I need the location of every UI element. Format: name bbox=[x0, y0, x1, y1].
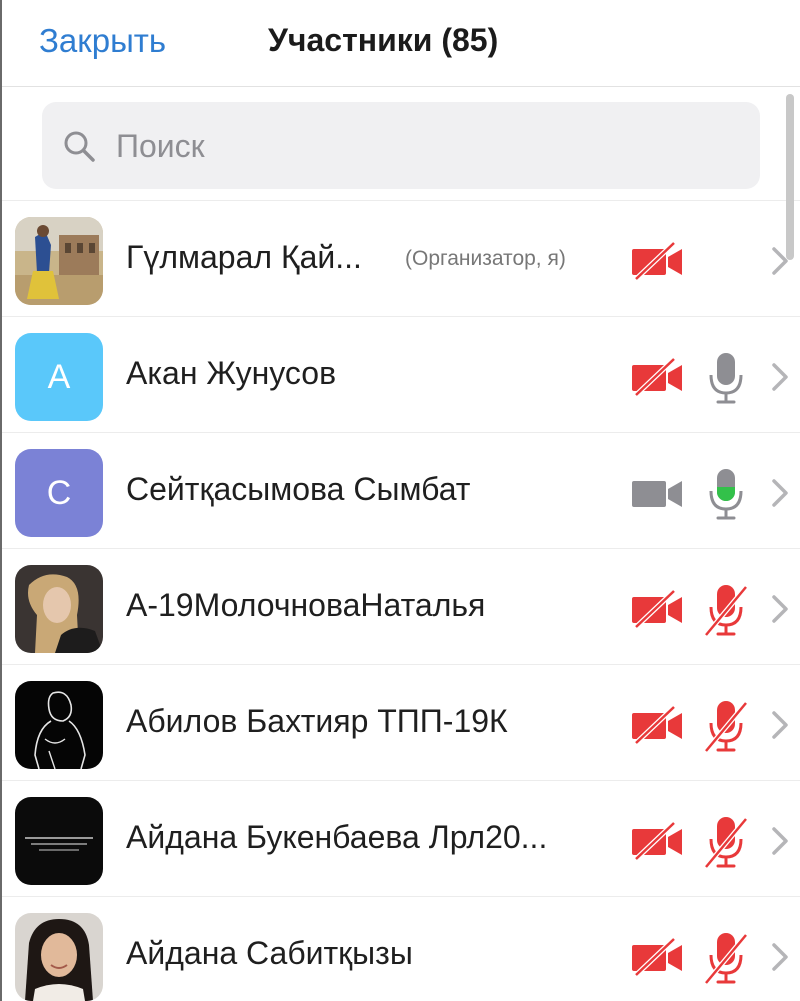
avatar: C bbox=[15, 449, 103, 537]
participant-row[interactable]: Абилов Бахтияр ТПП-19К bbox=[2, 665, 800, 781]
chevron-right-icon bbox=[772, 479, 788, 507]
chevron-right-icon bbox=[772, 711, 788, 739]
chevron-right-icon bbox=[772, 595, 788, 623]
participant-name: Акан Жунусов bbox=[126, 355, 337, 391]
participant-list: Гүлмарал Қай... (Организатор, я) A Акан … bbox=[2, 201, 800, 1001]
header-divider bbox=[2, 86, 800, 87]
video-off-icon bbox=[632, 821, 682, 861]
mic-off-icon bbox=[704, 585, 748, 637]
header: Закрыть Участники (85) bbox=[2, 0, 800, 86]
participant-role: (Организатор, я) bbox=[405, 247, 566, 270]
mic-icon bbox=[709, 353, 743, 404]
video-off-icon bbox=[632, 357, 682, 397]
search-bar[interactable] bbox=[42, 102, 760, 189]
participant-row[interactable]: A Акан Жунусов bbox=[2, 317, 800, 433]
participant-name: Гүлмарал Қай... bbox=[126, 239, 362, 275]
video-icon bbox=[632, 481, 682, 507]
chevron-right-icon bbox=[772, 247, 788, 275]
avatar bbox=[15, 913, 103, 1001]
video-off-icon bbox=[632, 241, 682, 281]
participant-row[interactable]: Айдана Букенбаева Лрл20... bbox=[2, 781, 800, 897]
avatar bbox=[15, 797, 103, 885]
video-off-icon bbox=[632, 705, 682, 745]
participant-name: А-19МолочноваНаталья bbox=[126, 587, 486, 623]
video-off-icon bbox=[632, 937, 682, 977]
avatar-letter: C bbox=[46, 473, 72, 512]
video-off-icon bbox=[632, 589, 682, 629]
participants-screen: Закрыть Участники (85) Поиск Гүлмарал Қа… bbox=[0, 0, 800, 1001]
close-button[interactable]: Закрыть bbox=[39, 22, 166, 60]
avatar: A bbox=[15, 333, 103, 421]
mic-off-icon bbox=[704, 933, 748, 985]
avatar bbox=[15, 565, 103, 653]
participant-name: Айдана Сабитқызы bbox=[126, 935, 413, 971]
participant-row[interactable]: Гүлмарал Қай... (Организатор, я) bbox=[2, 201, 800, 317]
mic-off-icon bbox=[704, 817, 748, 869]
search-icon bbox=[64, 131, 95, 162]
participant-name: Абилов Бахтияр ТПП-19К bbox=[126, 703, 508, 739]
participant-row[interactable]: C Сейтқасымова Сымбат bbox=[2, 433, 800, 549]
mic-off-icon bbox=[704, 701, 748, 753]
participant-row[interactable]: Айдана Сабитқызы bbox=[2, 897, 800, 1001]
mic-active-icon bbox=[709, 469, 743, 520]
avatar bbox=[15, 681, 103, 769]
page-title: Участники (85) bbox=[268, 22, 499, 58]
participant-name: Сейтқасымова Сымбат bbox=[126, 471, 471, 507]
chevron-right-icon bbox=[772, 943, 788, 971]
search-input[interactable] bbox=[116, 124, 716, 168]
avatar bbox=[15, 217, 103, 305]
participant-name: Айдана Букенбаева Лрл20... bbox=[126, 819, 548, 855]
chevron-right-icon bbox=[772, 363, 788, 391]
chevron-right-icon bbox=[772, 827, 788, 855]
avatar-letter: A bbox=[47, 357, 71, 396]
participant-row[interactable]: А-19МолочноваНаталья bbox=[2, 549, 800, 665]
